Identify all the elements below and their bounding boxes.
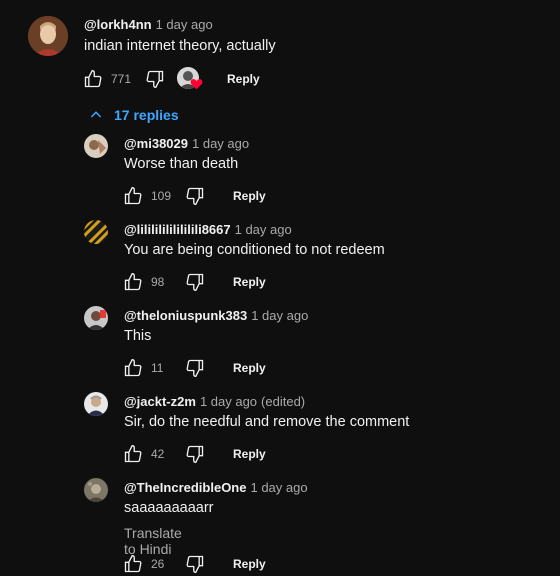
timestamp[interactable]: 1 day ago [251, 308, 308, 323]
avatar[interactable] [84, 478, 108, 502]
like-count: 42 [151, 447, 165, 461]
dislike-button[interactable] [143, 67, 167, 91]
comment-text: indian internet theory, actually [84, 38, 276, 54]
thumb-up-icon [124, 554, 142, 573]
like-button[interactable] [121, 184, 145, 208]
timestamp[interactable]: 1 day ago [200, 394, 257, 409]
comment-actions: 771 Reply [81, 67, 260, 91]
comment-text: This [124, 328, 152, 344]
comment-text: You are being conditioned to not redeem [124, 242, 385, 258]
comment-actions: 26 Reply [121, 552, 266, 576]
comment-header: @lorkh4nn 1 day ago [84, 17, 213, 32]
reply-button[interactable]: Reply [233, 361, 266, 375]
author-name[interactable]: @lorkh4nn [84, 17, 152, 32]
dislike-button[interactable] [183, 184, 207, 208]
thumb-down-icon [186, 273, 204, 292]
thumb-down-icon [186, 187, 204, 206]
reply-button[interactable]: Reply [233, 447, 266, 461]
comment-header: @TheIncredibleOne 1 day ago [124, 480, 308, 495]
avatar[interactable] [84, 392, 108, 416]
like-button[interactable] [81, 67, 105, 91]
timestamp[interactable]: 1 day ago [235, 222, 292, 237]
heart-icon [190, 79, 203, 90]
author-name[interactable]: @TheIncredibleOne [124, 480, 246, 495]
author-name[interactable]: @lilililililililili8667 [124, 222, 231, 237]
creator-heart[interactable] [177, 67, 203, 91]
avatar[interactable] [28, 16, 68, 56]
thumb-up-icon [124, 272, 142, 291]
like-button[interactable] [121, 552, 145, 576]
comment-actions: 109 Reply [121, 184, 266, 208]
comment-header: @jackt-z2m 1 day ago (edited) [124, 394, 305, 409]
comment-header: @mi38029 1 day ago [124, 136, 249, 151]
comment-actions: 98 Reply [121, 270, 266, 294]
thumb-down-icon [186, 555, 204, 574]
replies-toggle[interactable]: 17 replies [88, 105, 179, 125]
comment-text: Sir, do the needful and remove the comme… [124, 414, 410, 430]
like-count: 11 [151, 361, 164, 375]
like-button[interactable] [121, 442, 145, 466]
author-name[interactable]: @mi38029 [124, 136, 188, 151]
thumb-down-icon [186, 359, 204, 378]
dislike-button[interactable] [183, 270, 207, 294]
thumb-up-icon [124, 186, 142, 205]
like-count: 109 [151, 189, 172, 203]
timestamp[interactable]: 1 day ago [156, 17, 213, 32]
edited-label: (edited) [261, 394, 306, 409]
thumb-up-icon [124, 358, 142, 377]
like-button[interactable] [121, 356, 145, 380]
like-count: 98 [151, 275, 165, 289]
avatar[interactable] [84, 220, 108, 244]
chevron-up-icon [90, 111, 102, 118]
thumb-up-icon [84, 69, 102, 88]
comment-text: saaaaaaaaarr [124, 500, 214, 516]
replies-count-label: 17 replies [114, 107, 179, 123]
dislike-button[interactable] [183, 356, 207, 380]
like-count: 771 [111, 72, 132, 86]
thumb-up-icon [124, 444, 142, 463]
timestamp[interactable]: 1 day ago [250, 480, 307, 495]
comment-header: @theloniuspunk383 1 day ago [124, 308, 308, 323]
timestamp[interactable]: 1 day ago [192, 136, 249, 151]
like-button[interactable] [121, 270, 145, 294]
comment-actions: 11 Reply [121, 356, 266, 380]
dislike-button[interactable] [183, 552, 207, 576]
reply-button[interactable]: Reply [233, 275, 266, 289]
reply-button[interactable]: Reply [233, 189, 266, 203]
author-name[interactable]: @jackt-z2m [124, 394, 196, 409]
avatar[interactable] [84, 134, 108, 158]
reply-button[interactable]: Reply [227, 72, 260, 86]
author-name[interactable]: @theloniuspunk383 [124, 308, 247, 323]
avatar[interactable] [84, 306, 108, 330]
comment-actions: 42 Reply [121, 442, 266, 466]
comment-header: @lilililililililili8667 1 day ago [124, 222, 292, 237]
dislike-button[interactable] [183, 442, 207, 466]
comment-text: Worse than death [124, 156, 239, 172]
thumb-down-icon [186, 445, 204, 464]
thumb-down-icon [146, 70, 164, 89]
